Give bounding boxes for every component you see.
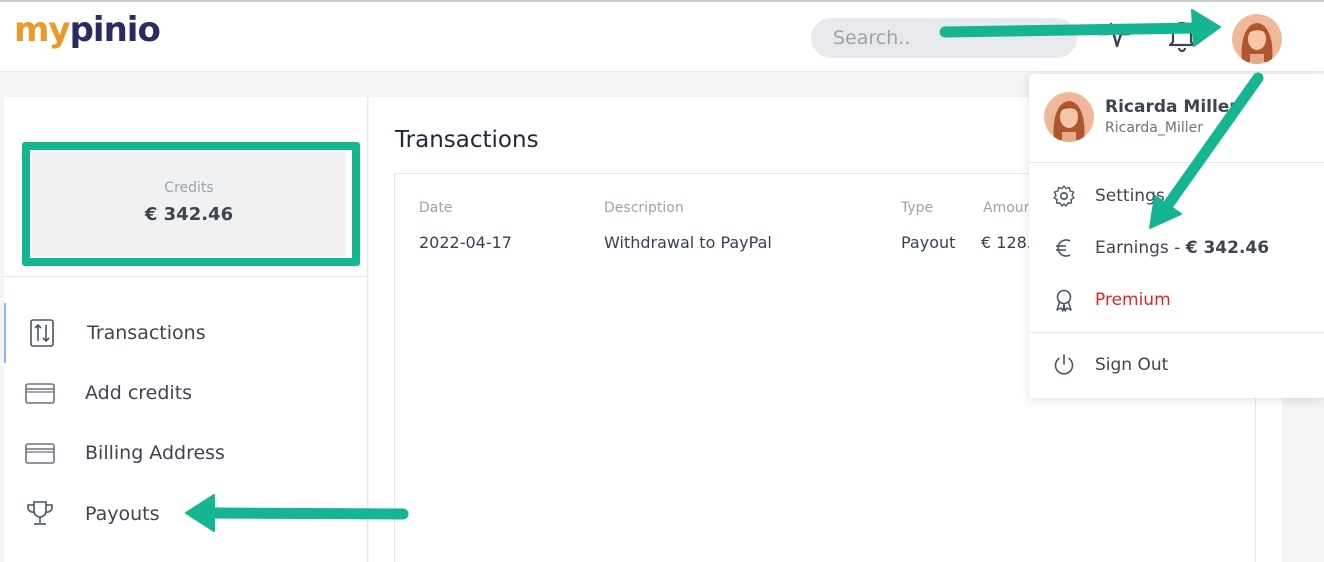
avatar-image [1044,92,1094,142]
dropdown-item-label: Sign Out [1095,355,1169,375]
logo[interactable]: mypinio [14,10,161,50]
trophy-icon [27,501,53,525]
dropdown-item-sign-out[interactable]: Sign Out [1044,347,1324,383]
search-input[interactable] [833,27,1063,49]
cell-type: Payout [901,233,956,252]
dropdown-divider [1029,162,1324,163]
page-title: Transactions [395,127,539,153]
sidebar-item-label: Transactions [87,322,206,344]
column-header-date: Date [419,200,453,216]
column-header-amount: Amour [983,200,1030,216]
credit-card-icon [25,383,55,404]
cell-description: Withdrawal to PayPal [604,233,772,252]
search-bar[interactable] [811,18,1077,58]
avatar-image [1232,14,1282,64]
sidebar-item-payouts[interactable]: Payouts [4,484,368,544]
credit-card-icon [25,443,55,464]
dropdown-item-label: Settings [1095,186,1165,206]
sidebar-item-label: Billing Address [85,442,225,464]
transactions-icon [30,319,54,347]
activity-icon[interactable] [1096,16,1132,52]
sidebar-item-add-credits[interactable]: Add credits [4,363,368,423]
bell-icon[interactable] [1164,16,1200,52]
gear-icon [1053,185,1075,207]
cell-date: 2022-04-17 [419,233,512,252]
logo-part-pinio: pinio [69,10,161,50]
dropdown-item-label: Earnings - € 342.46 [1095,238,1269,258]
logo-part-my: my [14,10,71,50]
column-header-type: Type [901,200,934,216]
credits-highlight-box [22,142,360,266]
earnings-value: € 342.46 [1185,238,1270,258]
column-header-description: Description [604,200,684,216]
award-icon [1056,289,1072,312]
earnings-label: Earnings - [1095,238,1186,258]
dropdown-item-earnings[interactable]: Earnings - € 342.46 [1044,230,1324,266]
sidebar-item-label: Add credits [85,382,193,404]
user-avatar-button[interactable] [1232,14,1282,64]
dropdown-item-premium[interactable]: Premium [1044,282,1324,318]
cell-amount: € 128. [981,233,1032,252]
sidebar-item-billing-address[interactable]: Billing Address [4,423,368,483]
dropdown-avatar [1044,92,1094,142]
dropdown-item-label: Premium [1095,290,1171,310]
dropdown-item-settings[interactable]: Settings [1044,178,1324,214]
dropdown-user-name: Ricarda Miller [1105,97,1238,117]
euro-icon [1056,239,1071,257]
power-icon [1054,354,1074,375]
sidebar-divider [4,276,368,277]
top-header: mypinio [0,2,1324,72]
dropdown-divider [1029,332,1324,333]
sidebar-item-label: Payouts [85,503,160,525]
dropdown-username: Ricarda_Miller [1105,120,1203,136]
sidebar-item-transactions[interactable]: Transactions [4,303,368,363]
